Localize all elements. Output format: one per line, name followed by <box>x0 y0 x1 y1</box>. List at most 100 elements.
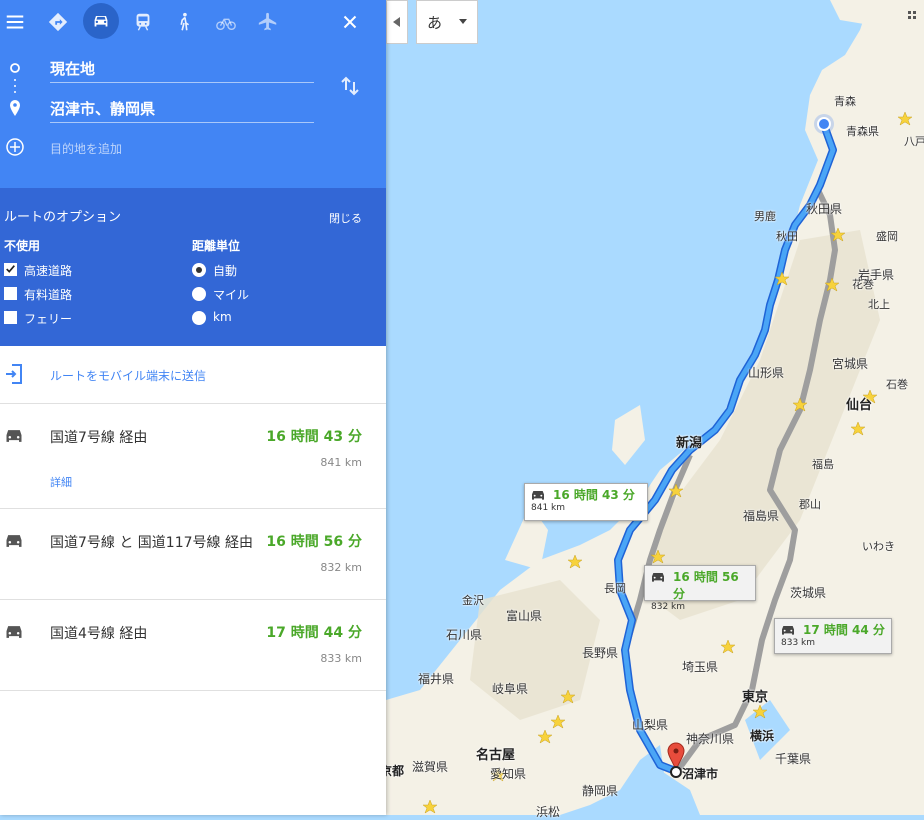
best-route-icon[interactable] <box>40 4 76 40</box>
car-icon <box>6 626 22 638</box>
map-label: 福島県 <box>743 509 780 523</box>
avoid-tolls-label: 有料道路 <box>24 288 73 302</box>
units-miles-radio[interactable] <box>192 287 206 301</box>
route-options: ルートのオプション 閉じる 不使用 距離単位 高速道路 有料道路 フェリー 自動… <box>0 188 386 346</box>
map-label: 秋田県 <box>806 202 843 216</box>
map-label: 山形県 <box>748 366 785 380</box>
map-label: 青森県 <box>846 125 879 138</box>
map-label: 青森 <box>834 95 856 108</box>
add-destination-input[interactable]: 目的地を追加 <box>50 140 122 157</box>
close-icon[interactable] <box>332 4 368 40</box>
flight-icon[interactable] <box>250 4 286 40</box>
send-to-mobile-link[interactable]: ルートをモバイル端末に送信 <box>50 367 206 384</box>
map-label: 滋賀県 <box>412 760 449 774</box>
map-label: 千葉県 <box>775 752 812 766</box>
ime-label: あ <box>427 13 443 32</box>
route-name: 国道7号線 と 国道117号線 経由 <box>50 535 253 551</box>
map-label: 福井県 <box>418 672 455 686</box>
route-options-close-button[interactable]: 閉じる <box>329 210 362 226</box>
map-label: 石巻 <box>886 378 908 391</box>
avoid-highways-checkbox[interactable] <box>4 263 17 276</box>
map-label: 長岡 <box>604 582 626 595</box>
directions-header: 現在地 沼津市、静岡県 目的地を追加 <box>0 0 386 188</box>
units-miles-label: マイル <box>213 288 250 302</box>
apps-grid-icon[interactable] <box>908 10 918 24</box>
map-label: 男鹿 <box>754 210 776 223</box>
directions-panel: 現在地 沼津市、静岡県 目的地を追加 ルートのオプション 閉じる 不使用 距離単… <box>0 0 386 815</box>
destination-field[interactable]: 沼津市、静岡県 <box>50 98 155 119</box>
bubble-distance: 833 km <box>781 638 816 648</box>
units-km-radio[interactable] <box>192 311 206 325</box>
car-icon <box>6 535 22 547</box>
map-label: 愛知県 <box>490 767 527 781</box>
route-name: 国道4号線 経由 <box>50 626 148 642</box>
car-icon <box>652 573 664 582</box>
route-distance: 833 km <box>320 652 362 665</box>
map-label: 盛岡 <box>876 230 898 243</box>
route-option-3[interactable]: 国道4号線 経由 17 時間 44 分 833 km <box>0 600 386 691</box>
car-icon <box>6 430 22 442</box>
avoid-tolls-checkbox[interactable] <box>4 287 17 300</box>
map-label: 福島 <box>812 458 834 471</box>
map-label: 横浜 <box>750 729 775 743</box>
route-bubble-2[interactable]: 16 時間 56 分 832 km <box>644 565 756 612</box>
map-label: いわき <box>862 540 895 553</box>
route-time: 16 時間 43 分 <box>266 429 362 445</box>
map-label: 神奈川県 <box>686 732 735 746</box>
car-icon[interactable] <box>83 3 119 39</box>
avoid-header: 不使用 <box>4 239 41 253</box>
map-canvas[interactable]: あ 青森 青森県 八戸 秋田県 男鹿 秋田 盛岡 岩手県 花巻 北上 宮城県 山… <box>380 0 924 819</box>
swap-icon[interactable] <box>338 74 362 98</box>
menu-icon[interactable] <box>0 4 33 40</box>
send-to-device-icon <box>6 364 22 384</box>
ime-selector[interactable]: あ <box>416 0 478 44</box>
avoid-highways-label: 高速道路 <box>24 264 73 278</box>
travel-mode-bar <box>0 0 386 40</box>
walk-icon[interactable] <box>166 4 202 40</box>
route-option-1[interactable]: 国道7号線 経由 16 時間 43 分 841 km 詳細 <box>0 404 386 509</box>
map-label: 茨城県 <box>790 586 827 600</box>
chevron-down-icon <box>459 19 467 24</box>
avoid-ferries-checkbox[interactable] <box>4 311 17 324</box>
transit-icon[interactable] <box>125 4 161 40</box>
map-label: 名古屋 <box>476 748 516 763</box>
route-time: 16 時間 56 分 <box>266 534 362 550</box>
bubble-time: 16 時間 43 分 <box>553 488 635 502</box>
send-to-mobile-row[interactable]: ルートをモバイル端末に送信 <box>0 346 386 404</box>
units-header: 距離単位 <box>192 239 241 253</box>
map-label: 埼玉県 <box>682 660 719 674</box>
map-label: 仙台 <box>846 398 873 413</box>
map-label: 郡山 <box>799 498 821 511</box>
map-label: 北上 <box>868 298 890 311</box>
map-label: 浜松 <box>536 805 561 819</box>
route-options-title: ルートのオプション <box>4 210 122 225</box>
bubble-distance: 832 km <box>651 602 686 612</box>
map-label: 岐阜県 <box>492 682 529 696</box>
map-label: 八戸 <box>904 135 924 148</box>
route-name: 国道7号線 経由 <box>50 430 148 446</box>
map-label: 沼津市 <box>682 767 719 781</box>
map-collapse-toggle[interactable] <box>386 0 408 44</box>
bubble-distance: 841 km <box>531 503 566 513</box>
map-label: 花巻 <box>852 278 874 291</box>
map-label: 宮城県 <box>832 357 869 371</box>
car-icon <box>532 491 544 500</box>
origin-field[interactable]: 現在地 <box>50 58 95 79</box>
map-label: 静岡県 <box>582 784 619 798</box>
bicycle-icon[interactable] <box>208 4 244 40</box>
map-label: 山梨県 <box>632 718 669 732</box>
units-auto-radio[interactable] <box>192 263 206 277</box>
units-km-label: km <box>213 310 232 324</box>
route-option-2[interactable]: 国道7号線 と 国道117号線 経由 16 時間 56 分 832 km <box>0 509 386 600</box>
units-auto-label: 自動 <box>213 264 238 278</box>
route-bubble-3[interactable]: 17 時間 44 分 833 km <box>774 618 892 654</box>
route-distance: 841 km <box>320 456 362 469</box>
route-details-link[interactable]: 詳細 <box>50 474 72 490</box>
map-label: 秋田 <box>776 230 798 243</box>
map-label: 金沢 <box>462 594 484 607</box>
map-label: 富山県 <box>506 609 543 623</box>
car-icon <box>782 626 794 635</box>
origin-underline <box>50 82 314 83</box>
route-bubble-1[interactable]: 16 時間 43 分 841 km <box>524 483 648 521</box>
destination-underline <box>50 122 314 123</box>
